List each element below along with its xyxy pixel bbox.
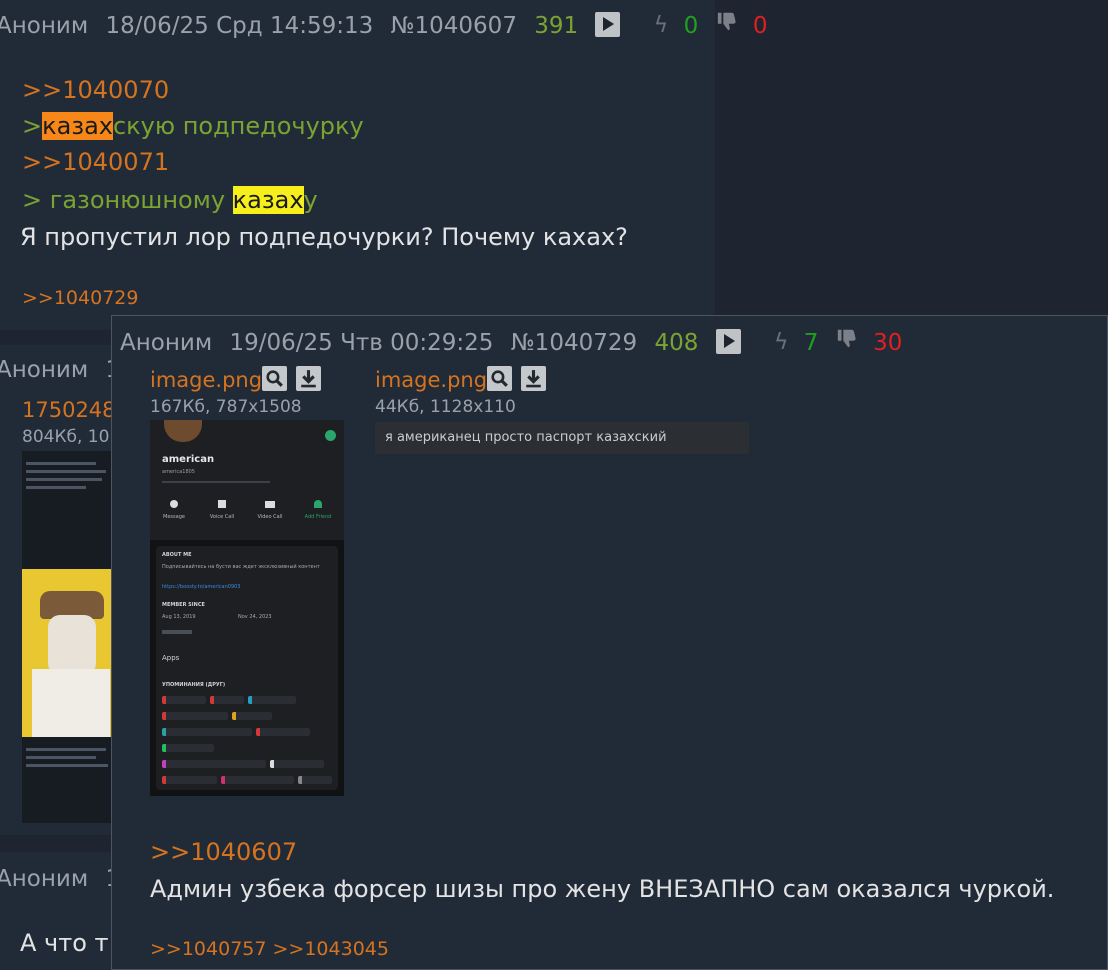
action-call: Voice Call — [204, 498, 240, 530]
reply-link[interactable]: >>1040070 — [22, 74, 169, 106]
author-name: Аноним — [0, 356, 89, 383]
lightning-icon: ϟ — [773, 329, 789, 355]
author-name: Аноним — [120, 329, 213, 356]
post-ordinal: 408 — [654, 329, 699, 356]
post-date: 18/06/25 Срд 14:59:13 — [105, 12, 374, 39]
quote-rest: скую подпедочурку — [112, 112, 364, 140]
post-text: Админ узбека форсер шизы про жену ВНЕЗАП… — [150, 875, 1055, 903]
apps-label: Apps — [162, 654, 180, 662]
post-date: 19/06/25 Чтв 00:29:25 — [229, 329, 494, 356]
download-icon — [301, 370, 316, 388]
quote-rest: у — [303, 186, 318, 214]
thumbs-down-icon[interactable] — [716, 10, 738, 32]
like-count[interactable]: 0 — [684, 12, 699, 40]
post-header: Аноним 18/06/25 Срд 14:59:13 №1040607 39… — [0, 10, 768, 40]
action-video: Video Call — [252, 498, 288, 530]
attachment-thumbnail[interactable]: я американец просто паспорт казахский — [375, 422, 749, 454]
magnifier-icon — [266, 370, 283, 387]
file-link[interactable]: image.png — [150, 368, 262, 392]
magnifier-icon — [491, 370, 508, 387]
post-partial-2: Аноним 18 А что т — [0, 852, 135, 970]
thumb-text-lines-2 — [26, 743, 110, 783]
member-since-heading: MEMBER SINCE — [162, 602, 205, 608]
expand-play-button[interactable] — [715, 329, 741, 354]
action-message: Message — [156, 498, 192, 530]
download-button[interactable] — [521, 366, 546, 391]
post-ordinal: 391 — [534, 12, 579, 39]
replies-list[interactable]: >>1040729 — [22, 287, 138, 309]
member-since-date: Nov 24, 2023 — [238, 614, 272, 620]
download-button[interactable] — [296, 366, 321, 391]
member-since-date: Aug 13, 2019 — [162, 614, 196, 620]
thumb-text: я американец просто паспорт казахский — [385, 430, 667, 445]
profile-actions: Message Voice Call Video Call Add Friend — [156, 498, 336, 530]
lightning-icon: ϟ — [653, 12, 669, 38]
role-tags — [162, 696, 332, 784]
about-text: Подписывайтесь на бусти вас ждет эксклюз… — [162, 564, 320, 570]
reply-link[interactable]: >>1040607 — [150, 836, 297, 868]
file-info: 804Кб, 10 — [22, 427, 110, 447]
expand-play-button[interactable] — [595, 12, 621, 37]
thumbs-down-icon[interactable] — [836, 327, 858, 349]
about-link: https://boosty.to/american0903 — [162, 584, 241, 590]
profile-card: american america1805 Message Voice Call … — [150, 420, 344, 540]
post-number[interactable]: №1040729 — [511, 329, 637, 357]
file-info: 44Кб, 1128x110 — [375, 397, 516, 417]
profile-username: american — [162, 454, 215, 465]
profile-about: ABOUT ME Подписывайтесь на бусти вас жде… — [156, 546, 338, 790]
post-number[interactable]: №1040607 — [391, 12, 517, 40]
mutual-heading: УПОМИНАНИЯ (ДРУГ) — [162, 682, 226, 688]
file-link[interactable]: image.png — [375, 368, 487, 392]
greentext-quote: >казахскую подпедочурку — [22, 110, 364, 142]
status-dot — [325, 430, 336, 441]
quote-prefix: > газонюшному — [22, 186, 233, 214]
post-text: А что т — [20, 929, 109, 957]
action-label: Add Friend — [304, 514, 332, 520]
author-name: Аноним — [0, 865, 89, 892]
avatar — [164, 420, 202, 442]
dislike-count[interactable]: 0 — [753, 12, 768, 40]
replies-list[interactable]: >>1040757 >>1043045 — [150, 938, 389, 960]
post-text: Я пропустил лор подпедочурки? Почему каx… — [20, 223, 628, 251]
download-icon — [526, 370, 541, 388]
quote-prefix: > — [22, 112, 43, 140]
popup-post-1040729: Аноним 19/06/25 Чтв 00:29:25 №1040729 40… — [111, 315, 1108, 970]
search-image-button[interactable] — [262, 366, 287, 391]
file-info: 167Кб, 787x1508 — [150, 397, 302, 417]
reply-link[interactable]: >>1040071 — [22, 146, 169, 178]
profile-handle: america1805 — [162, 469, 195, 475]
action-friend: Add Friend — [300, 498, 336, 530]
post-1040607: Аноним 18/06/25 Срд 14:59:13 №1040607 39… — [0, 0, 768, 330]
action-label: Video Call — [257, 514, 283, 520]
about-heading: ABOUT ME — [162, 552, 192, 558]
attachment-thumbnail[interactable]: american america1805 Message Voice Call … — [150, 420, 344, 796]
post-header: Аноним 19/06/25 Чтв 00:29:25 №1040729 40… — [120, 327, 902, 357]
like-count[interactable]: 7 — [804, 329, 819, 357]
dislike-count[interactable]: 30 — [873, 329, 902, 357]
cartoon-image — [22, 569, 114, 737]
attachment-thumbnail[interactable] — [22, 451, 114, 823]
thumb-text-lines — [26, 457, 110, 517]
post-partial: Аноним 18 17502481 804Кб, 10 — [0, 345, 135, 835]
search-image-button[interactable] — [487, 366, 512, 391]
action-label: Message — [163, 514, 185, 520]
highlight-orange: казах — [42, 112, 113, 140]
highlight-yellow: казах — [232, 186, 304, 214]
author-name: Аноним — [0, 12, 89, 39]
action-label: Voice Call — [209, 514, 235, 520]
greentext-quote: > газонюшному казаху — [22, 184, 318, 216]
